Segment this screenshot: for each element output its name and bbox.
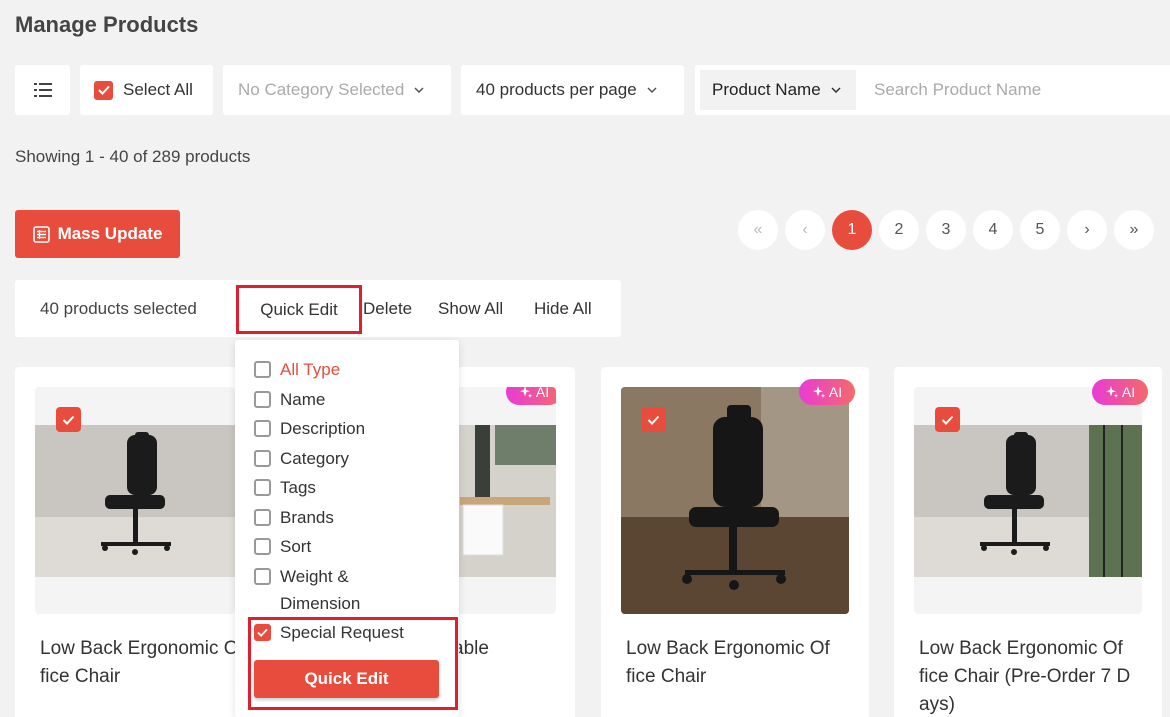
product-title-line: Low Back Ergonomic Of	[919, 638, 1123, 659]
menu-item-label: Weight & Dimension	[280, 563, 360, 617]
per-page-select[interactable]: 40 products per page	[461, 65, 684, 115]
page-button-4[interactable]: 4	[973, 210, 1013, 250]
sparkle-icon	[519, 387, 533, 398]
search-bar: Product Name	[695, 65, 1170, 115]
checkbox-unchecked-icon	[254, 450, 271, 467]
product-title[interactable]: Low Back Ergonomic Of fice Chair	[626, 635, 830, 691]
product-card[interactable]: AI Low Back Ergonomic Of fice Chair	[601, 367, 869, 717]
product-title[interactable]: Low Back Ergonomic Of fice Chair (Pre-Or…	[919, 635, 1130, 717]
show-all-button[interactable]: Show All	[438, 299, 503, 319]
category-select[interactable]: No Category Selected	[223, 65, 451, 115]
select-all-checkbox[interactable]: Select All	[80, 65, 213, 115]
page-button-1[interactable]: 1	[832, 210, 872, 250]
menu-item-label: Description	[280, 419, 366, 438]
checkbox-unchecked-icon	[254, 509, 271, 526]
checkbox-unchecked-icon	[254, 391, 271, 408]
selected-count: 40 products selected	[40, 299, 197, 318]
mass-update-label: Mass Update	[57, 224, 163, 243]
quick-edit-apply-button[interactable]: Quick Edit	[254, 660, 439, 698]
product-title-line: Low Back Ergonomic O	[40, 638, 239, 659]
chevron-down-icon	[414, 84, 424, 96]
spreadsheet-icon	[32, 225, 50, 243]
mass-update-button[interactable]: Mass Update	[15, 210, 180, 258]
product-image	[621, 387, 849, 614]
hide-all-button[interactable]: Hide All	[534, 299, 592, 319]
checkbox-checked-icon	[94, 80, 113, 100]
checkbox-unchecked-icon	[254, 361, 271, 378]
ai-badge[interactable]: AI	[799, 379, 855, 405]
prev-page-button[interactable]: ‹	[785, 210, 825, 250]
ai-badge-label: AI	[1121, 384, 1136, 400]
pagination: « ‹ 1 2 3 4 5 › »	[738, 210, 1154, 250]
menu-item-label-line: Weight &	[280, 567, 349, 586]
menu-item-label: Name	[280, 390, 326, 409]
category-select-value: No Category Selected	[238, 80, 405, 99]
checkbox-unchecked-icon	[254, 568, 271, 585]
menu-item-all-type[interactable]: All Type	[254, 356, 340, 383]
list-icon	[33, 83, 52, 97]
first-page-button[interactable]: «	[738, 210, 778, 250]
search-field-value: Product Name	[712, 80, 821, 99]
showing-count: Showing 1 - 40 of 289 products	[15, 147, 251, 166]
product-title[interactable]: Low Back Ergonomic O fice Chair	[40, 635, 239, 691]
product-select-checkbox[interactable]	[935, 407, 960, 432]
sparkle-icon	[812, 386, 826, 398]
menu-item-sort[interactable]: Sort	[254, 533, 311, 560]
product-title-line: fice Chair	[626, 666, 707, 687]
menu-item-label: Sort	[280, 537, 312, 556]
menu-item-brands[interactable]: Brands	[254, 504, 334, 531]
delete-button[interactable]: Delete	[363, 299, 412, 319]
next-page-button[interactable]: ›	[1067, 210, 1107, 250]
menu-item-description[interactable]: Description	[254, 415, 365, 442]
last-page-button[interactable]: »	[1114, 210, 1154, 250]
menu-item-weight-dimension[interactable]: Weight & Dimension	[254, 563, 360, 617]
search-field-select[interactable]: Product Name	[700, 70, 856, 110]
ai-badge-label: AI	[535, 387, 550, 400]
list-view-button[interactable]	[15, 65, 70, 115]
per-page-value: 40 products per page	[476, 80, 637, 99]
page-button-5[interactable]: 5	[1020, 210, 1060, 250]
product-card[interactable]: AI Low Back Ergonomic Of fice Chair (Pre…	[894, 367, 1162, 717]
chevron-down-icon	[647, 84, 657, 96]
product-image	[35, 387, 235, 614]
menu-item-category[interactable]: Category	[254, 445, 349, 472]
checkbox-unchecked-icon	[254, 538, 271, 555]
quick-edit-toggle-button[interactable]: Quick Edit	[236, 285, 362, 334]
menu-item-tags[interactable]: Tags	[254, 474, 316, 501]
ai-badge[interactable]: AI	[1092, 379, 1148, 405]
menu-item-label: Tags	[280, 478, 316, 497]
page-button-2[interactable]: 2	[879, 210, 919, 250]
chevron-down-icon	[831, 84, 841, 96]
product-title-line: Low Back Ergonomic Of	[626, 638, 830, 659]
sparkle-icon	[1105, 386, 1119, 398]
product-select-checkbox[interactable]	[641, 407, 666, 432]
checkbox-unchecked-icon	[254, 420, 271, 437]
checkbox-unchecked-icon	[254, 479, 271, 496]
menu-item-label: Category	[280, 449, 349, 468]
menu-item-label: All Type	[280, 360, 341, 379]
ai-badge-label: AI	[828, 384, 843, 400]
product-select-checkbox[interactable]	[56, 407, 81, 432]
product-title-line: fice Chair (Pre-Order 7 D	[919, 666, 1131, 687]
product-title-line: fice Chair	[40, 666, 121, 687]
menu-item-label-line: Dimension	[280, 594, 361, 613]
menu-item-name[interactable]: Name	[254, 386, 325, 413]
page-title: Manage Products	[15, 12, 199, 37]
product-title-line: ays)	[919, 694, 955, 715]
search-input[interactable]	[874, 80, 1164, 100]
page-button-3[interactable]: 3	[926, 210, 966, 250]
select-all-label: Select All	[123, 80, 193, 99]
menu-item-label: Brands	[280, 508, 334, 527]
ai-badge[interactable]: AI	[506, 387, 556, 405]
product-image	[914, 387, 1142, 614]
